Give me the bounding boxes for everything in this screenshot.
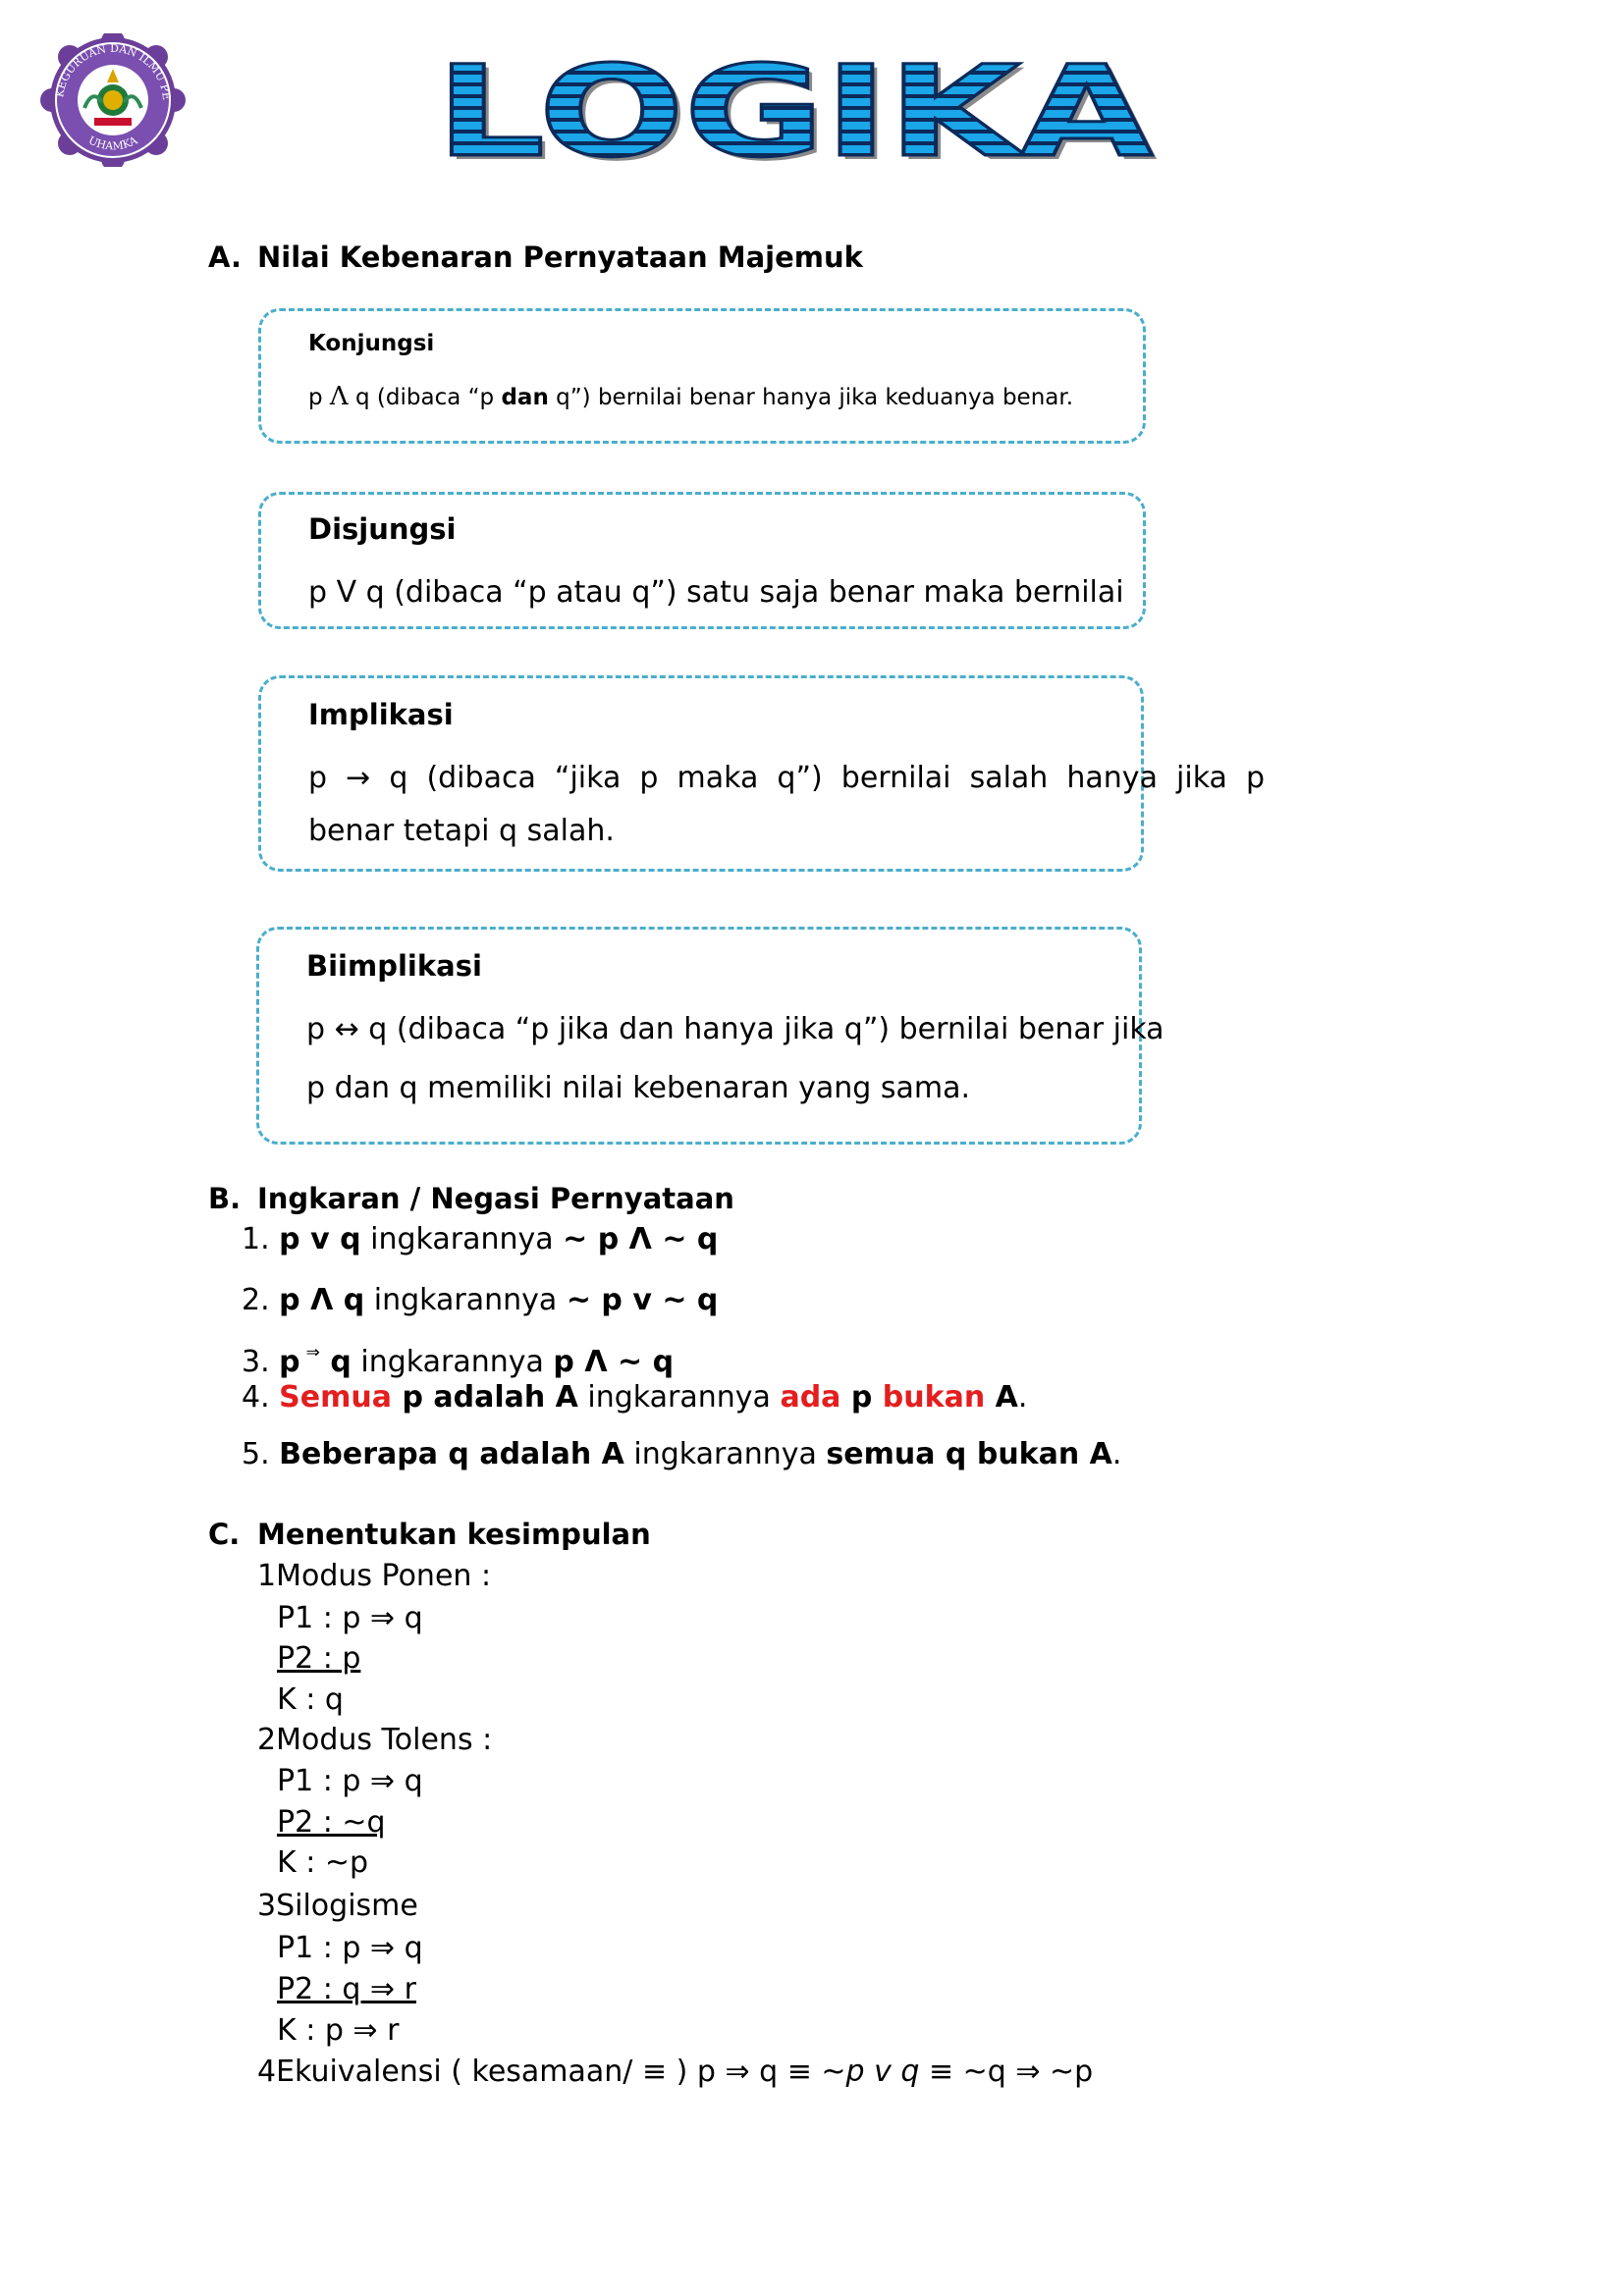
- inference-rule-2-premise-1: P1 : p ⇒ q: [277, 1764, 423, 1798]
- implication-heading: Implikasi: [308, 698, 454, 731]
- biimplication-box: Biimplikasi p ↔ q (dibaca “p jika dan ha…: [256, 927, 1164, 1145]
- negation-item-5: 5. Beberapa q adalah A ingkarannya semua…: [242, 1437, 1122, 1471]
- implication-definition-line2: benar tetapi q salah.: [308, 814, 615, 848]
- inference-rule-2-conclusion: K : ~p: [277, 1845, 369, 1880]
- disjunction-box: Disjungsi p V q (dibaca “p atau q”) satu…: [258, 492, 1146, 629]
- negation-item-3: 3. p ⇒ q ingkarannya p Λ ~ q: [242, 1343, 675, 1379]
- section-b-letter: B.: [208, 1182, 242, 1215]
- biimplication-definition-line2: p dan q memiliki nilai kebenaran yang sa…: [306, 1071, 971, 1105]
- conjunction-definition: p Λ q (dibaca “p dan q”) bernilai benar …: [308, 382, 1074, 411]
- inference-rule-3-premise-1: P1 : p ⇒ q: [277, 1931, 423, 1965]
- svg-text:LOGIKA: LOGIKA: [436, 51, 1153, 169]
- section-b-title: Ingkaran / Negasi Pernyataan: [257, 1182, 734, 1215]
- biimplication-definition-line1: p ↔ q (dibaca “p jika dan hanya jika q”)…: [306, 1012, 1164, 1046]
- inference-rule-3-conclusion: K : p ⇒ r: [277, 2013, 400, 2048]
- disjunction-definition: p V q (dibaca “p atau q”) satu saja bena…: [308, 575, 1124, 610]
- faculty-logo: FAKULTAS KEGURUAN DAN ILMU PENDIDIKAN UH…: [30, 24, 190, 171]
- inference-rule-3-title: 3Silogisme: [257, 1889, 418, 1923]
- inference-rule-1-premise-2: P2 : p: [277, 1641, 361, 1676]
- disjunction-heading: Disjungsi: [308, 512, 457, 546]
- biimplication-heading: Biimplikasi: [306, 949, 482, 983]
- implication-box: Implikasi p → q (dibaca “jika p maka q”)…: [258, 675, 1265, 872]
- implication-definition-line1: p → q (dibaca “jika p maka q”) bernilai …: [308, 761, 1266, 795]
- page-title: LOGIKA LOGIKA: [432, 38, 1159, 190]
- section-c-letter: C.: [208, 1518, 241, 1551]
- negation-item-2: 2. p Λ q ingkarannya ~ p v ~ q: [242, 1283, 719, 1317]
- conjunction-box: Konjungsi p Λ q (dibaca “p dan q”) berni…: [258, 308, 1146, 444]
- section-a-title: Nilai Kebenaran Pernyataan Majemuk: [257, 240, 863, 274]
- conjunction-heading: Konjungsi: [308, 331, 435, 356]
- inference-rule-4-equivalence: 4Ekuivalensi ( kesamaan/ ≡ ) p ⇒ q ≡ ~p …: [257, 2055, 1094, 2089]
- inference-rule-2-title: 2Modus Tolens :: [257, 1723, 493, 1757]
- negation-item-1: 1. p v q ingkarannya ~ p Λ ~ q: [242, 1222, 719, 1256]
- section-c-title: Menentukan kesimpulan: [257, 1518, 651, 1551]
- inference-rule-1-premise-1: P1 : p ⇒ q: [277, 1601, 423, 1635]
- inference-rule-2-premise-2: P2 : ~q: [277, 1805, 386, 1840]
- inference-rule-3-premise-2: P2 : q ⇒ r: [277, 1972, 416, 2006]
- section-a-letter: A.: [208, 240, 242, 274]
- inference-rule-1-conclusion: K : q: [277, 1682, 344, 1717]
- negation-item-4: 4. Semua p adalah A ingkarannya ada p bu…: [242, 1380, 1028, 1415]
- inference-rule-1-title: 1Modus Ponen :: [257, 1559, 492, 1593]
